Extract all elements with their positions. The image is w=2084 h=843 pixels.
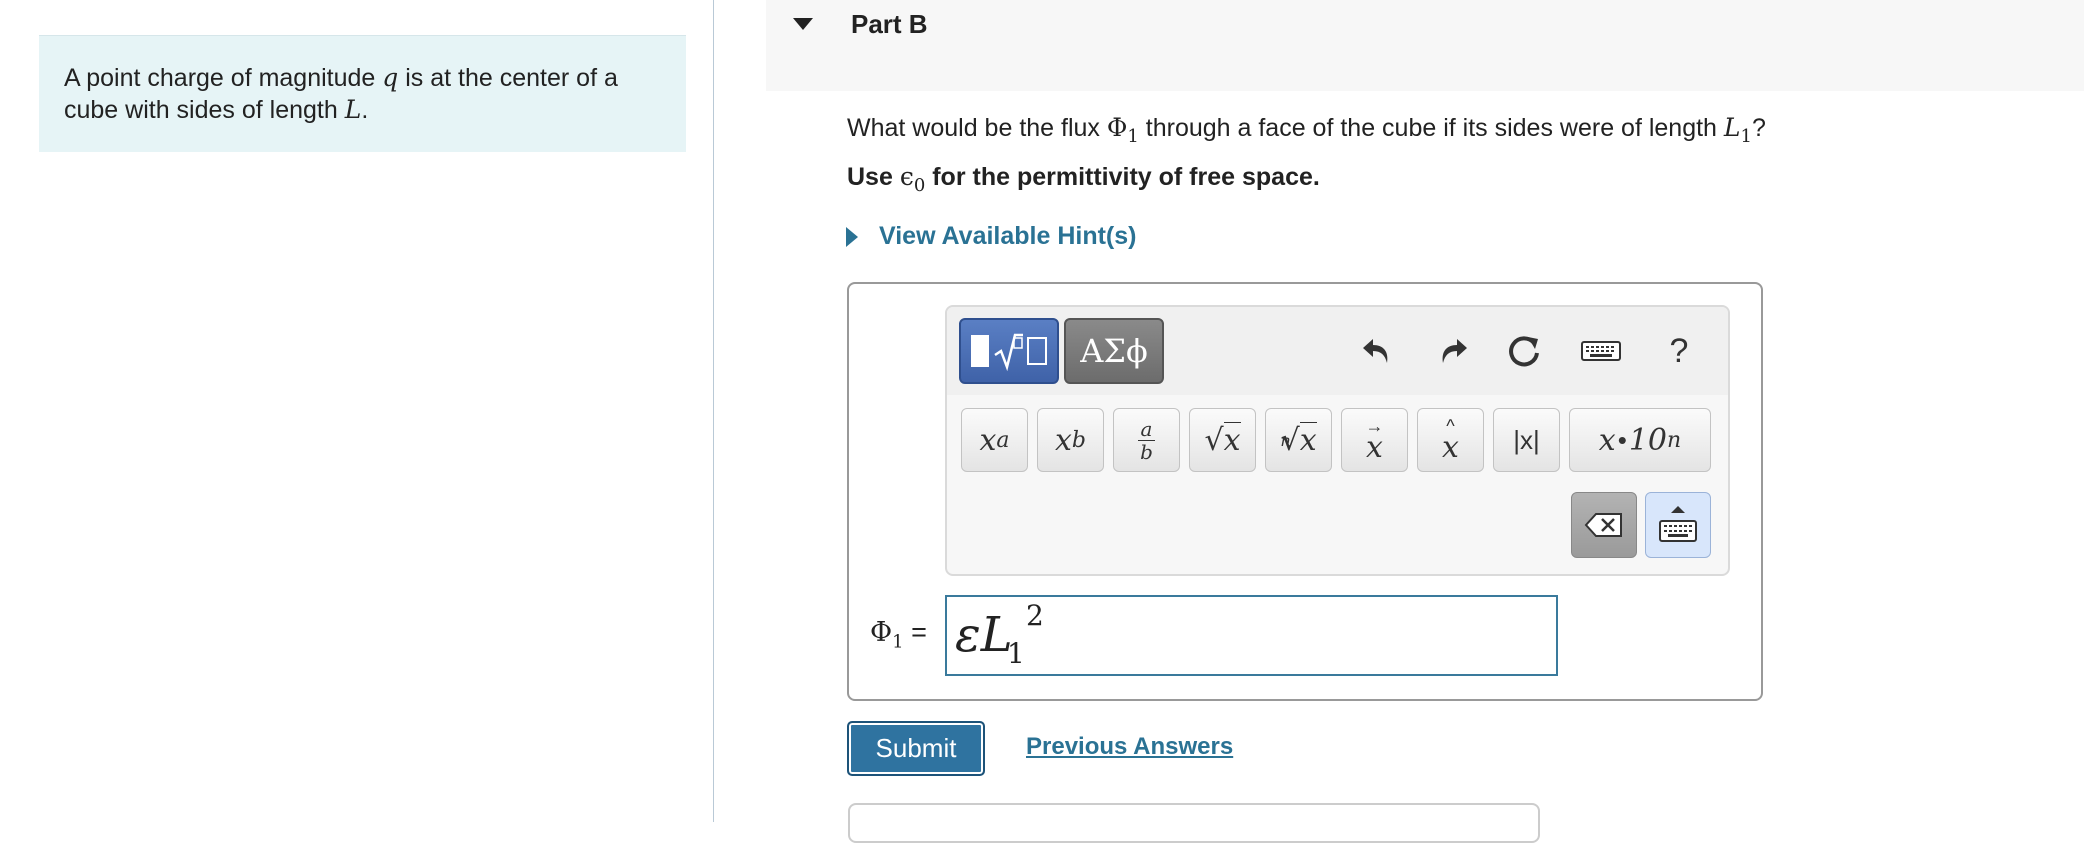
fraction-key[interactable]: a b: [1113, 408, 1180, 472]
answer-equals: =: [903, 617, 927, 647]
sqrt-sign: √: [1204, 422, 1224, 458]
question-mid: through a face of the cube if its sides …: [1138, 114, 1724, 142]
column-divider: [713, 0, 714, 822]
scientific-notation-key[interactable]: x • 10 n: [1569, 408, 1711, 472]
subscript-base: x: [1054, 422, 1072, 458]
answer-flux-sub: 1: [892, 631, 904, 653]
answer-input[interactable]: εL 1 2: [945, 595, 1558, 676]
redo-icon[interactable]: [1429, 329, 1473, 373]
problem-intro: A point charge of magnitude q is at the …: [39, 35, 686, 152]
answer-flux-symbol: Φ: [870, 617, 893, 648]
superscript-base: x: [979, 422, 997, 458]
view-hints-label: View Available Hint(s): [879, 222, 1137, 250]
templates-mode-button[interactable]: [959, 318, 1059, 384]
nth-root-sign: √: [1280, 422, 1300, 458]
sci-exp: n: [1667, 427, 1682, 453]
answer-label: Φ1 =: [870, 617, 927, 652]
superscript-key[interactable]: xa: [961, 408, 1028, 472]
intro-text-1: A point charge of magnitude: [64, 64, 383, 92]
unit-vector-key[interactable]: ^ x: [1417, 408, 1484, 472]
sci-ten: 10: [1628, 422, 1668, 458]
expand-caret-icon: [846, 226, 858, 247]
intro-text-4: .: [361, 96, 369, 124]
intro-text-3: cube with sides of length: [64, 96, 345, 124]
nth-root-arg: x: [1299, 422, 1317, 458]
nth-root-key[interactable]: n √ x: [1265, 408, 1332, 472]
undo-icon[interactable]: [1357, 329, 1401, 373]
instruction-pre: Use: [847, 163, 900, 191]
subscript-sub: b: [1071, 427, 1086, 453]
abs-value-key[interactable]: |x|: [1493, 408, 1560, 472]
submit-button[interactable]: Submit: [847, 721, 985, 776]
epsilon-sub: 0: [913, 175, 926, 196]
part-title: Part B: [851, 9, 928, 39]
collapse-caret-icon[interactable]: [793, 18, 813, 30]
fraction-den: b: [1140, 439, 1153, 464]
backspace-icon: [1584, 513, 1622, 537]
intro-var-q: q: [382, 63, 399, 92]
math-toolbar: ΑΣϕ ? xa xb a b √ x n √ x → x ^ x |x| x • 10 n: [945, 305, 1730, 576]
sqrt-arg: x: [1223, 422, 1241, 458]
keyboard-icon[interactable]: [1579, 329, 1623, 373]
answer-expression-exp: 2: [1026, 599, 1044, 632]
subscript-key[interactable]: xb: [1037, 408, 1104, 472]
backspace-button[interactable]: [1571, 492, 1637, 558]
intro-var-l: L: [344, 95, 362, 124]
flux-sub: 1: [1127, 126, 1139, 147]
question-post: ?: [1751, 114, 1766, 142]
answer-expression: εL: [955, 607, 1013, 663]
vector-key[interactable]: → x: [1341, 408, 1408, 472]
length-sub: 1: [1740, 126, 1752, 147]
unit-vector-arg: x: [1442, 430, 1459, 465]
sqrt-key[interactable]: √ x: [1189, 408, 1256, 472]
length-var: L: [1723, 113, 1741, 142]
sci-base: x: [1598, 422, 1616, 458]
keyboard-up-icon: [1659, 506, 1697, 542]
symbols-mode-button[interactable]: ΑΣϕ: [1064, 318, 1164, 384]
vector-arg: x: [1366, 430, 1383, 465]
fraction-num: a: [1137, 418, 1156, 441]
answer-expression-sub: 1: [1007, 637, 1025, 670]
question-text: What would be the flux Φ1 through a face…: [847, 109, 1766, 156]
view-hints-link[interactable]: View Available Hint(s): [846, 222, 1136, 251]
feedback-box: [848, 803, 1540, 843]
superscript-exp: a: [996, 427, 1010, 453]
question-pre: What would be the flux: [847, 114, 1107, 142]
help-icon[interactable]: ?: [1657, 329, 1701, 373]
show-keyboard-button[interactable]: [1645, 492, 1711, 558]
part-header[interactable]: [766, 0, 2084, 91]
reset-icon[interactable]: [1502, 329, 1546, 373]
previous-answers-link[interactable]: Previous Answers: [1026, 733, 1233, 761]
epsilon-symbol: ϵ: [899, 162, 914, 191]
instruction-post: for the permittivity of free space.: [925, 163, 1320, 191]
templates-icon: [971, 331, 1047, 371]
intro-text-2: is at the center of a: [398, 64, 618, 92]
sci-dot: •: [1617, 424, 1627, 455]
instruction-text: Use ϵ0 for the permittivity of free spac…: [847, 162, 1320, 196]
flux-symbol: Φ: [1106, 113, 1128, 142]
